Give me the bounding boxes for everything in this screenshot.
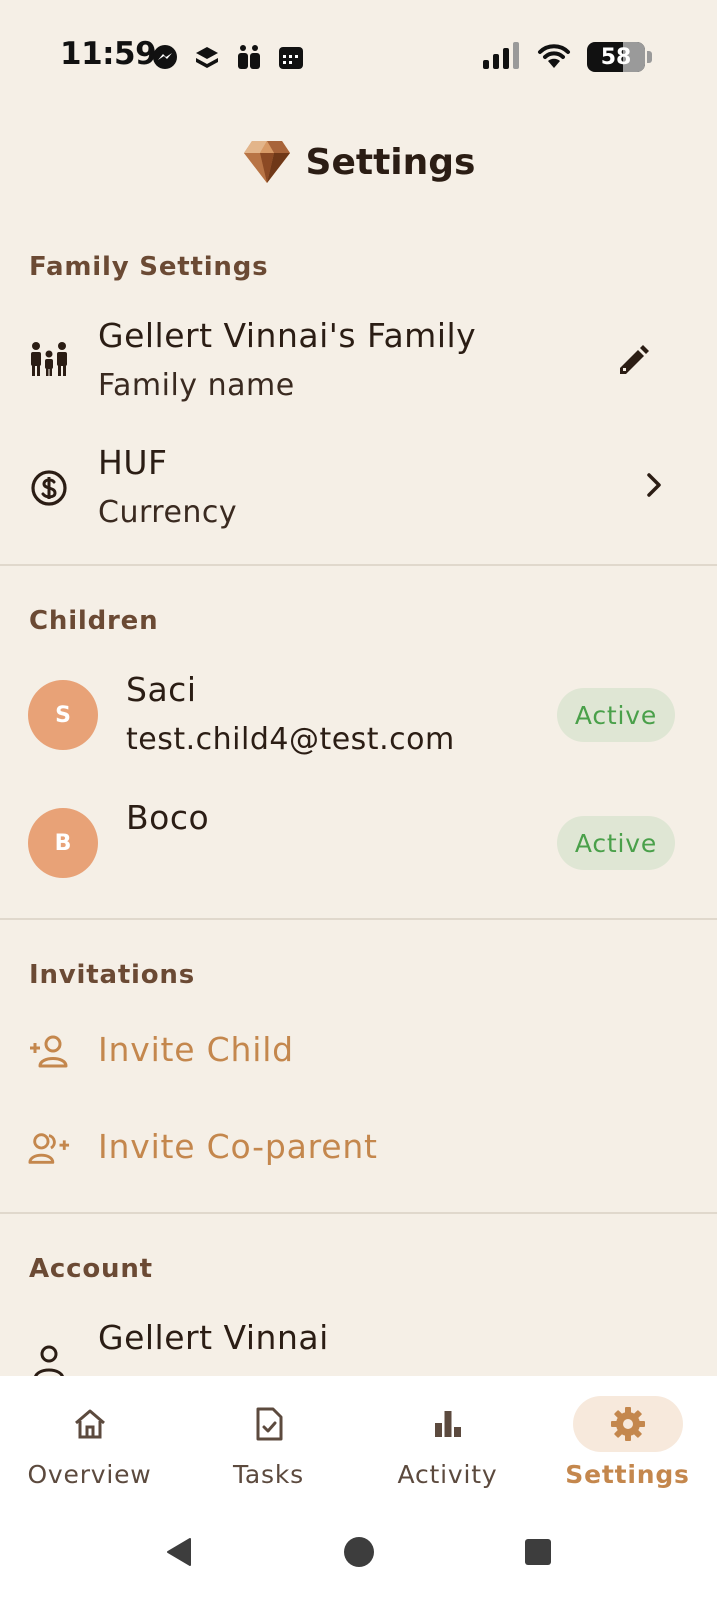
child-row[interactable]: S Saci test.child4@test.com Active — [0, 664, 717, 786]
nav-label: Activity — [397, 1460, 498, 1489]
section-header-invitations: Invitations — [29, 960, 196, 990]
messenger-icon — [150, 42, 180, 72]
chevron-right-icon — [636, 467, 672, 503]
family-icon — [28, 338, 70, 380]
notification-icons — [150, 42, 306, 72]
task-check-icon — [214, 1396, 324, 1452]
nav-activity[interactable]: Activity — [358, 1376, 537, 1506]
account-name: Gellert Vinnai — [98, 1318, 329, 1357]
family-name-label: Family name — [98, 368, 295, 403]
child-row[interactable]: B Boco Active — [0, 792, 717, 902]
status-time: 11:59 — [60, 36, 157, 72]
gem-logo-icon — [242, 137, 292, 189]
invite-child-label: Invite Child — [98, 1030, 294, 1069]
page-title: Settings — [305, 142, 476, 183]
child-name: Saci — [126, 670, 197, 709]
home-icon — [35, 1396, 145, 1452]
section-header-account: Account — [29, 1254, 153, 1284]
status-badge: Active — [557, 688, 675, 742]
section-divider — [0, 1212, 717, 1214]
wifi-icon — [535, 40, 573, 74]
dollar-circle-icon — [28, 467, 70, 509]
bar-chart-icon — [393, 1396, 503, 1452]
nav-label: Settings — [565, 1460, 690, 1489]
invite-coparent-row[interactable]: Invite Co-parent — [0, 1117, 717, 1187]
section-header-family-settings: Family Settings — [29, 252, 269, 282]
child-name: Boco — [126, 798, 210, 837]
section-divider — [0, 918, 717, 920]
child-email: test.child4@test.com — [126, 722, 455, 757]
bottom-navigation: Overview Tasks Activity Settings — [0, 1376, 717, 1506]
account-row[interactable]: Gellert Vinnai — [0, 1312, 717, 1376]
group-add-icon — [28, 1127, 70, 1169]
top-app-bar: Settings — [0, 115, 717, 210]
gear-icon — [572, 1396, 683, 1452]
system-navigation-bar — [0, 1506, 717, 1600]
section-divider — [0, 564, 717, 566]
nav-settings[interactable]: Settings — [538, 1376, 717, 1506]
signal-icon — [481, 40, 521, 74]
back-icon[interactable] — [160, 1532, 200, 1572]
invite-coparent-label: Invite Co-parent — [98, 1127, 378, 1166]
stacked-app-icon — [192, 42, 222, 72]
section-header-children: Children — [29, 606, 159, 636]
gift-icon — [234, 42, 264, 72]
nav-tasks[interactable]: Tasks — [179, 1376, 358, 1506]
battery-level: 58 — [600, 44, 632, 70]
family-name-row[interactable]: Gellert Vinnai's Family Family name — [0, 310, 717, 420]
home-circle-icon[interactable] — [339, 1532, 379, 1572]
recents-square-icon[interactable] — [518, 1532, 558, 1572]
family-name-value: Gellert Vinnai's Family — [98, 316, 477, 355]
person-icon — [28, 1342, 70, 1376]
currency-label: Currency — [98, 495, 238, 530]
nav-overview[interactable]: Overview — [0, 1376, 179, 1506]
currency-value: HUF — [98, 443, 168, 482]
person-add-icon — [28, 1030, 70, 1072]
edit-pencil-icon[interactable] — [608, 336, 658, 386]
status-bar: 11:59 58 — [0, 0, 717, 115]
avatar: B — [28, 808, 98, 878]
nav-label: Overview — [27, 1460, 152, 1489]
currency-row[interactable]: HUF Currency — [0, 437, 717, 547]
calendar-icon — [276, 42, 306, 72]
battery-icon: 58 — [587, 42, 652, 72]
system-status-icons: 58 — [481, 40, 652, 74]
nav-label: Tasks — [233, 1460, 304, 1489]
avatar: S — [28, 680, 98, 750]
status-badge: Active — [557, 816, 675, 870]
